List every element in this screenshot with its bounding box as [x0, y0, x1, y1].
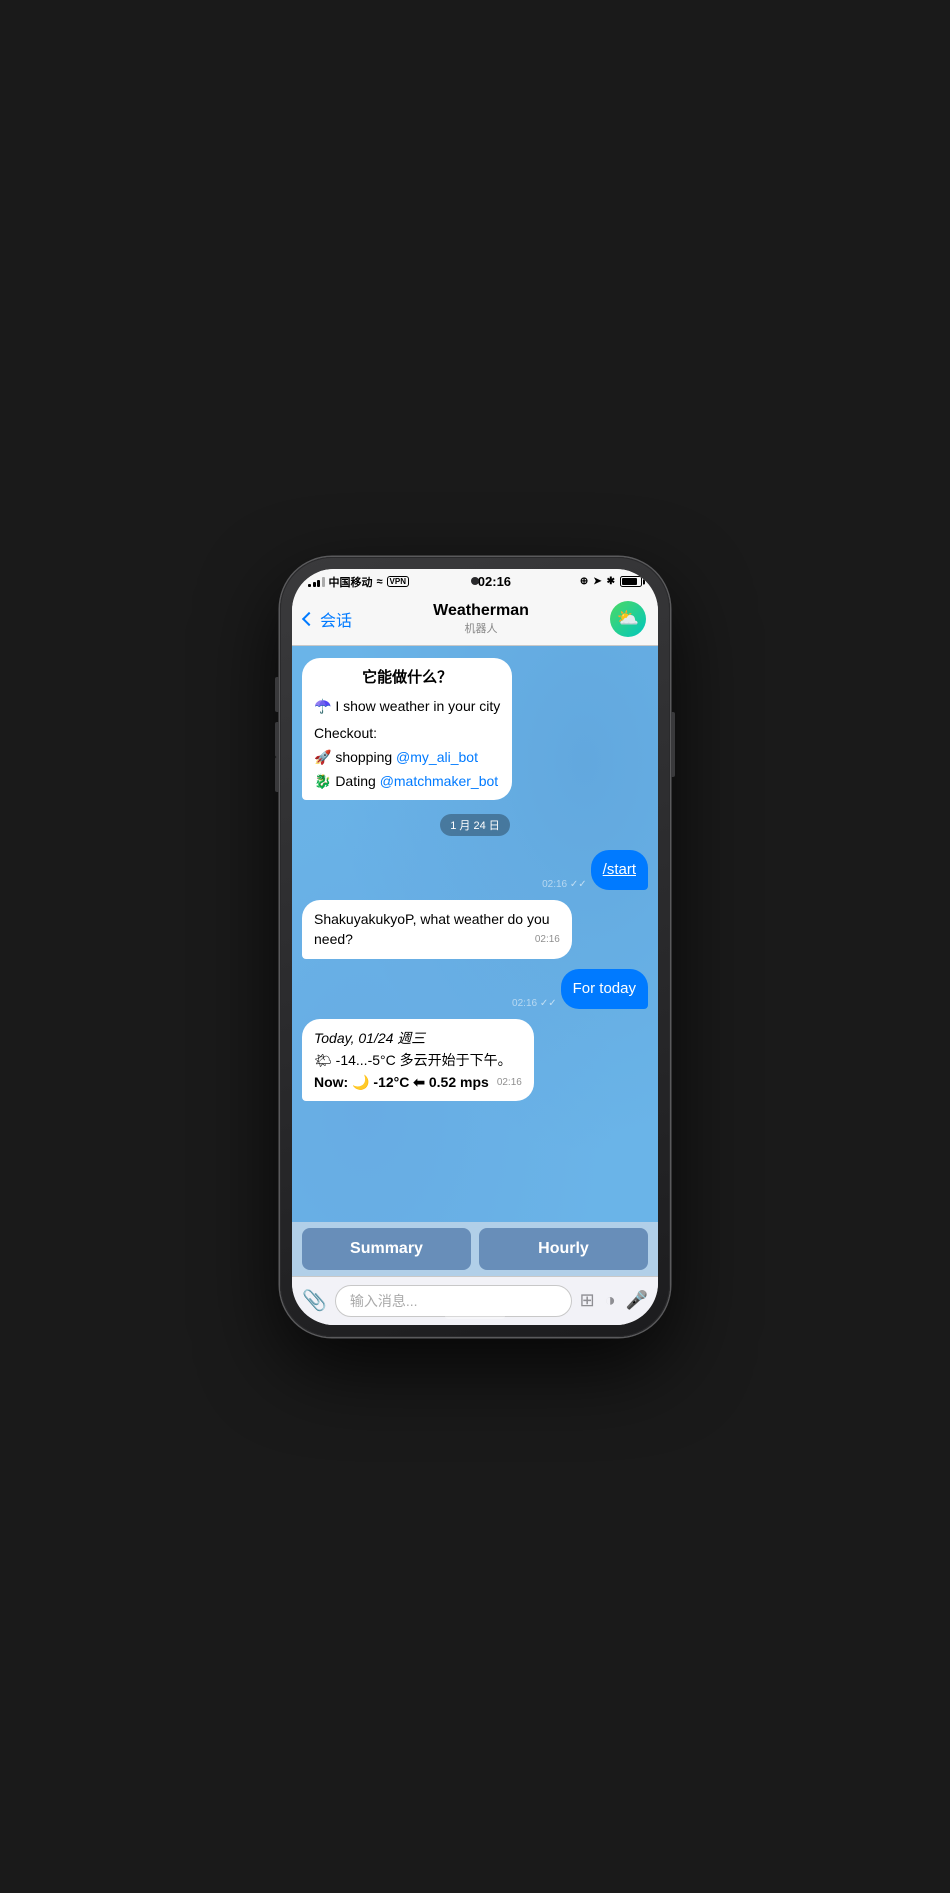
attach-icon[interactable]: 📎	[302, 1288, 327, 1313]
dating-text: 🐉 Dating	[314, 773, 380, 789]
status-right: ⊕ ➤ ✱	[580, 576, 642, 587]
chevron-left-icon	[302, 611, 316, 625]
home-indicator[interactable]	[445, 1313, 505, 1319]
message-time: 02:16 ✓✓	[512, 998, 557, 1009]
vpn-badge: VPN	[387, 576, 409, 587]
bot-avatar[interactable]: ⛅	[610, 601, 646, 637]
nav-title: Weatherman	[352, 602, 610, 620]
message-row: 它能做什么？ ☂️ I show weather in your city Ch…	[302, 658, 648, 801]
bluetooth-icon: ✱	[607, 576, 615, 587]
battery-fill	[622, 578, 637, 585]
weather-date: Today, 01/24 週三	[314, 1028, 522, 1048]
back-button[interactable]: 会话	[304, 607, 352, 631]
bot-avatar-icon: ⛅	[617, 608, 639, 629]
outgoing-msg-wrapper: 02:16 ✓✓ /start	[538, 850, 648, 890]
sticker-icon[interactable]: ⊞	[580, 1290, 595, 1311]
battery-icon	[620, 576, 642, 587]
carrier-label: 中国移动	[329, 574, 373, 590]
summary-button[interactable]: Summary	[302, 1228, 471, 1270]
nav-subtitle: 机器人	[352, 620, 610, 636]
weather-now: Now: 🌙 -12°C ⬅ 0.52 mps 02:16	[314, 1072, 522, 1092]
intro-line1: ☂️ I show weather in your city	[314, 696, 500, 716]
intro-checkout: Checkout:	[314, 723, 500, 743]
intro-bubble: 它能做什么？ ☂️ I show weather in your city Ch…	[302, 658, 512, 801]
hourly-button[interactable]: Hourly	[479, 1228, 648, 1270]
phone-screen: 中国移动 ≈ VPN 02:16 ⊕ ➤ ✱ 会话 Weatherman	[292, 569, 658, 1325]
intro-line4: 🐉 Dating @matchmaker_bot	[314, 771, 500, 791]
back-label: 会话	[320, 607, 352, 631]
weather-now-text: Now: 🌙 -12°C ⬅ 0.52 mps	[314, 1074, 489, 1090]
check-marks-icon: ✓✓	[570, 879, 587, 890]
quick-replies: Summary Hourly	[292, 1222, 658, 1276]
message-row: 02:16 ✓✓ /start	[302, 850, 648, 890]
weather-bubble: Today, 01/24 週三 🌤 -14...-5°C 多云开始于下午。 No…	[302, 1019, 534, 1102]
status-time: 02:16	[478, 574, 511, 589]
phone-frame: 中国移动 ≈ VPN 02:16 ⊕ ➤ ✱ 会话 Weatherman	[280, 557, 670, 1337]
signal-icon	[308, 577, 325, 587]
start-bubble: /start	[591, 850, 648, 890]
message-row: 02:16 ✓✓ For today	[302, 969, 648, 1009]
date-badge: 1 月 24 日	[440, 814, 510, 836]
shopping-text: 🚀 shopping	[314, 749, 396, 765]
mic-icon[interactable]: 🎤	[626, 1290, 648, 1311]
outgoing-msg-wrapper: 02:16 ✓✓ For today	[508, 969, 648, 1009]
chat-area: 它能做什么？ ☂️ I show weather in your city Ch…	[292, 646, 658, 1222]
intro-title: 它能做什么？	[314, 667, 500, 689]
location-icon: ⊕	[580, 576, 588, 587]
input-right-icons: ⊞ ◑ 🎤	[580, 1290, 648, 1311]
weather-forecast: 🌤 -14...-5°C 多云开始于下午。	[314, 1050, 522, 1070]
message-time: 02:16	[497, 1076, 522, 1091]
navigation-bar: 会话 Weatherman 机器人 ⛅	[292, 595, 658, 646]
camera-dot	[471, 577, 479, 585]
status-left: 中国移动 ≈ VPN	[308, 574, 409, 590]
message-row: ShakuyakukyoP, what weather do you need?…	[302, 900, 648, 959]
check-marks-icon: ✓✓	[540, 998, 557, 1009]
ali-bot-link[interactable]: @my_ali_bot	[396, 749, 478, 765]
message-time: 02:16	[535, 933, 560, 948]
message-row: Today, 01/24 週三 🌤 -14...-5°C 多云开始于下午。 No…	[302, 1019, 648, 1102]
for-today-bubble: For today	[561, 969, 648, 1009]
intro-line3: 🚀 shopping @my_ali_bot	[314, 747, 500, 767]
nav-center: Weatherman 机器人	[352, 602, 610, 636]
emoji-icon[interactable]: ◑	[605, 1290, 616, 1311]
bot-question-bubble: ShakuyakukyoP, what weather do you need?…	[302, 900, 572, 959]
navigation-icon: ➤	[593, 576, 601, 587]
date-separator: 1 月 24 日	[302, 814, 648, 836]
matchmaker-link[interactable]: @matchmaker_bot	[380, 773, 498, 789]
message-time: 02:16 ✓✓	[542, 879, 587, 890]
wifi-icon: ≈	[377, 576, 383, 588]
